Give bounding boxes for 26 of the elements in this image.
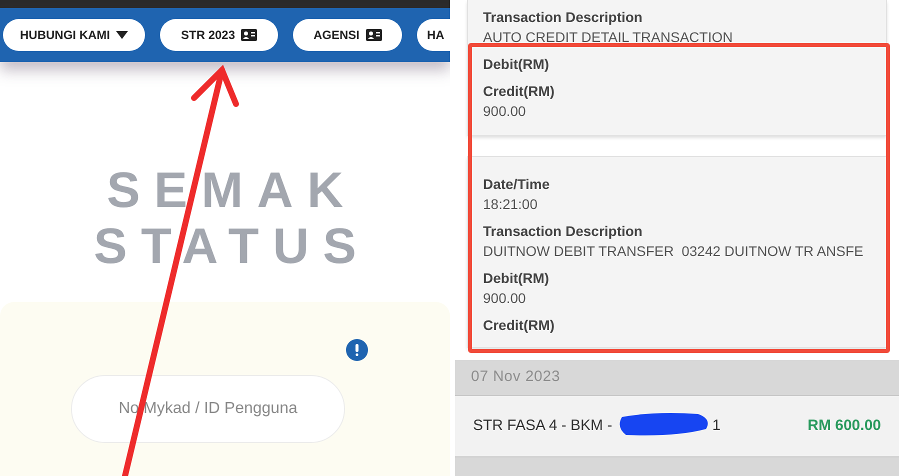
nav-button[interactable]: HA — [417, 19, 450, 51]
field-value: AUTO CREDIT DETAIL TRANSACTION — [483, 28, 734, 47]
nav-button[interactable]: HUBUNGI KAMI — [3, 19, 145, 51]
info-icon[interactable] — [346, 339, 368, 361]
field-value: 900.00 — [483, 102, 527, 121]
id-input-field[interactable]: No Mykad / ID Pengguna — [71, 375, 345, 443]
transaction-amount: RM 600.00 — [808, 416, 881, 436]
nav-button[interactable]: STR 2023 — [160, 19, 278, 51]
field-label: Debit(RM) — [483, 269, 550, 288]
caret-icon — [116, 31, 128, 39]
nav-button[interactable]: AGENSI — [293, 19, 402, 51]
field-value: 18:21:00 — [483, 195, 538, 214]
field-value: 900.00 — [483, 289, 527, 308]
date-header: 07 Nov 2023 — [471, 367, 560, 388]
field-label: Credit(RM) — [483, 82, 556, 101]
field-label: Debit(RM) — [483, 55, 550, 74]
transaction-description-end: 1 — [712, 416, 721, 436]
transaction-description: STR FASA 4 - BKM - — [473, 416, 612, 436]
field-label: Date/Time — [483, 175, 551, 194]
field-label: Credit(RM) — [483, 316, 556, 335]
field-label: Transaction Description — [483, 8, 644, 27]
id-card-icon — [366, 29, 382, 41]
field-value: DUITNOW DEBIT TRANSFER 03242 DUITNOW TR ANSFE — [483, 242, 864, 261]
id-card-icon — [241, 29, 258, 41]
transaction-row[interactable]: STR FASA 4 - BKM - 1 RM 600.00 — [455, 396, 899, 458]
field-label: Transaction Description — [483, 222, 644, 241]
